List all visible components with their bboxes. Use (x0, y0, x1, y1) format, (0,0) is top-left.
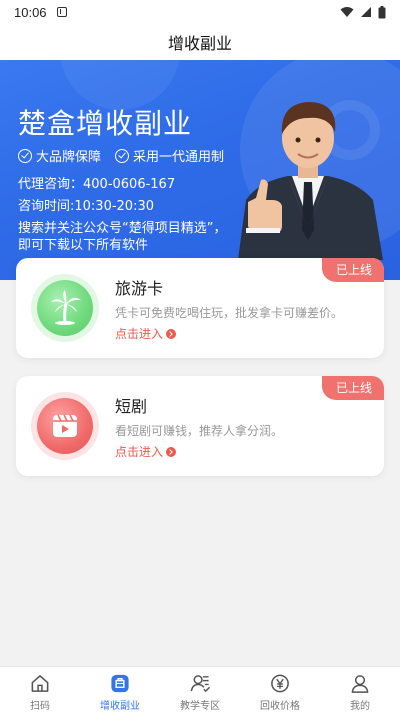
notice-line-2: 即可下载以下所有软件 (18, 238, 149, 253)
mascot-businessman-illustration (238, 102, 383, 260)
tab-mine[interactable]: 我的 (320, 667, 400, 712)
page-title: 增收副业 (167, 34, 232, 53)
status-bar: 10:06 (0, 0, 400, 24)
enter-label: 点击进入 (115, 445, 164, 459)
tab-recycle-price[interactable]: 回收价格 (240, 667, 320, 712)
notice-line-1: 搜索并关注公众号“楚得项目精选”， (18, 221, 227, 236)
briefcase-icon (111, 674, 129, 693)
card-icon-bg (37, 398, 93, 454)
tab-label: 教学专区 (180, 701, 220, 712)
badge-brand: 大品牌保障 (18, 146, 101, 165)
tab-label: 我的 (350, 701, 370, 712)
tab-label: 扫码 (30, 701, 50, 712)
yen-price-icon (271, 674, 289, 693)
badge-system: 采用一代通用制 (115, 146, 224, 165)
card-description: 凭卡可免费吃喝住玩，批发拿卡可赚差价。 (115, 306, 344, 320)
badge-label: 采用一代通用制 (133, 150, 225, 165)
card-title: 短剧 (115, 397, 148, 416)
tab-teaching[interactable]: 教学专区 (160, 667, 240, 712)
tab-side-income[interactable]: 增收副业 (80, 667, 160, 712)
teaching-icon (190, 675, 211, 693)
title-bar: 增收副业 (0, 24, 400, 60)
home-icon (31, 675, 49, 692)
hero-title: 楚盒增收副业 (18, 107, 193, 140)
arrow-right-circle-icon (166, 328, 177, 339)
arrow-right-circle-icon (166, 446, 177, 457)
consult-hours: 咨询时间:10:30-20:30 (18, 199, 154, 214)
tab-label: 增收副业 (100, 701, 140, 712)
notice-text: 搜索并关注公众号“楚得项目精选”， 即可下载以下所有软件 (18, 220, 226, 254)
bottom-tab-bar: 扫码 增收副业 教学专区 回收价格 我的 (0, 666, 400, 712)
enter-link[interactable]: 点击进入 (115, 443, 177, 460)
agent-phone: 代理咨询：400-0606-167 (18, 177, 176, 192)
enter-link[interactable]: 点击进入 (115, 325, 177, 342)
profile-icon (351, 675, 369, 693)
video-play-icon (53, 414, 77, 437)
tab-scan[interactable]: 扫码 (0, 667, 80, 712)
wifi-icon (340, 7, 354, 17)
status-time: 10:06 (14, 4, 47, 20)
status-badge: 已上线 (321, 258, 384, 282)
card-description: 看短剧可赚钱，推荐人拿分润。 (115, 424, 284, 438)
card-title: 旅游卡 (115, 279, 164, 298)
palm-tree-icon (51, 290, 81, 325)
status-icons (340, 5, 386, 19)
card-icon-bg (37, 280, 93, 336)
check-circle-icon (115, 148, 130, 163)
card-short-drama[interactable]: 已上线 短剧 看短剧可赚钱，推荐人拿分润。 点击进入 (16, 376, 384, 476)
check-circle-icon (18, 148, 32, 163)
hero-badges: 大品牌保障 采用一代通用制 (18, 146, 224, 165)
enter-label: 点击进入 (115, 327, 164, 341)
badge-label: 大品牌保障 (36, 150, 102, 165)
battery-icon (378, 5, 386, 18)
tab-label: 回收价格 (260, 701, 300, 712)
card-travel[interactable]: 已上线 旅游卡 凭卡可免费吃喝住玩，批发拿卡可赚差价。 点击进入 (16, 258, 384, 358)
notification-icon (56, 7, 67, 17)
signal-icon (361, 7, 371, 17)
status-badge: 已上线 (321, 376, 384, 400)
